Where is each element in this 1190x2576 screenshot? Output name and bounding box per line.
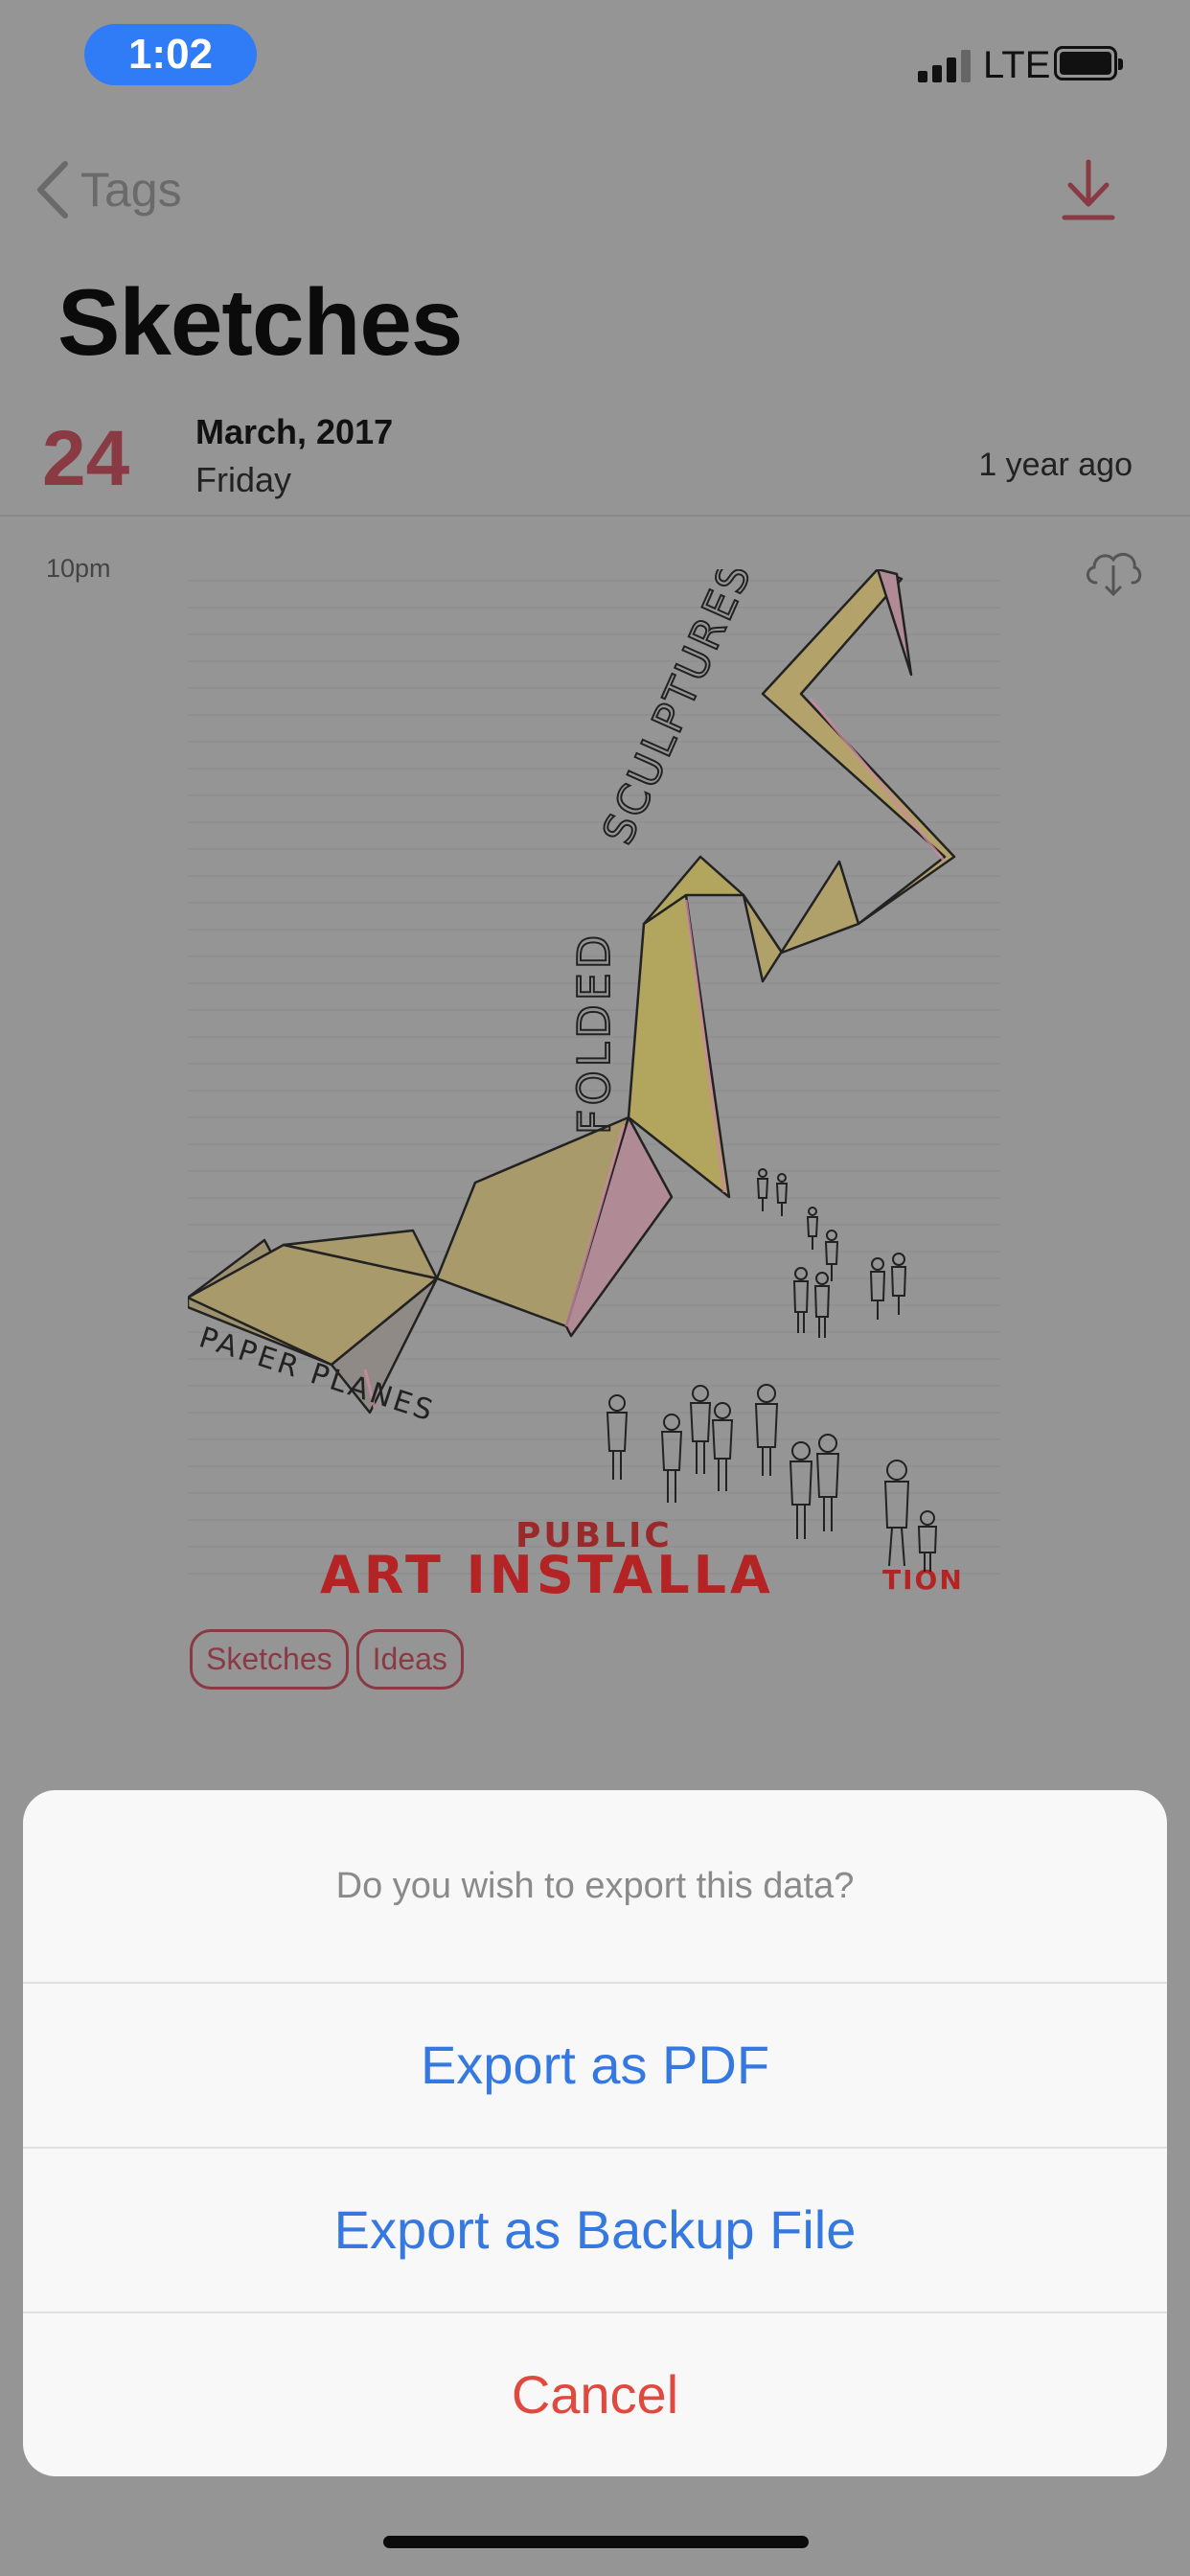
export-backup-button[interactable]: Export as Backup File xyxy=(23,2147,1167,2310)
export-pdf-button[interactable]: Export as PDF xyxy=(23,1982,1167,2145)
entry-weekday: Friday xyxy=(195,460,292,499)
tag-sketches[interactable]: Sketches xyxy=(190,1629,349,1690)
signal-icon xyxy=(918,48,973,82)
entry-month-year: March, 2017 xyxy=(195,412,394,451)
sketch-image: FOLDED SCULPTURES PAPER PLANES PUBLIC AR… xyxy=(188,569,1000,1600)
entry-relative-date: 1 year ago xyxy=(978,447,1133,483)
people-figures xyxy=(606,1168,938,1572)
export-action-sheet: Do you wish to export this data? Export … xyxy=(23,1790,1167,2476)
cloud-download-icon[interactable] xyxy=(1083,544,1144,598)
back-label: Tags xyxy=(80,163,182,217)
sketch-label-folded: FOLDED xyxy=(568,932,620,1135)
home-indicator[interactable] xyxy=(383,2536,809,2548)
sketch-label-tion: TION xyxy=(882,1564,964,1596)
download-icon[interactable] xyxy=(1059,158,1118,221)
page-title: Sketches xyxy=(57,269,463,375)
divider xyxy=(0,515,1190,517)
tag-ideas[interactable]: Ideas xyxy=(355,1629,464,1690)
entry-time: 10pm xyxy=(46,554,111,583)
battery-icon xyxy=(1054,46,1123,80)
tag-list: Sketches Ideas xyxy=(190,1629,464,1690)
chevron-left-icon xyxy=(37,161,68,218)
sketch-label-sculptures: SCULPTURES xyxy=(593,569,762,851)
back-button[interactable]: Tags xyxy=(33,158,182,221)
status-time: 1:02 xyxy=(84,24,257,85)
sketch-label-art: ART INSTALLA xyxy=(320,1545,774,1600)
cancel-button[interactable]: Cancel xyxy=(23,2312,1167,2474)
network-label: LTE xyxy=(983,44,1051,86)
action-sheet-message: Do you wish to export this data? xyxy=(335,1865,855,1906)
entry-day: 24 xyxy=(42,415,130,502)
